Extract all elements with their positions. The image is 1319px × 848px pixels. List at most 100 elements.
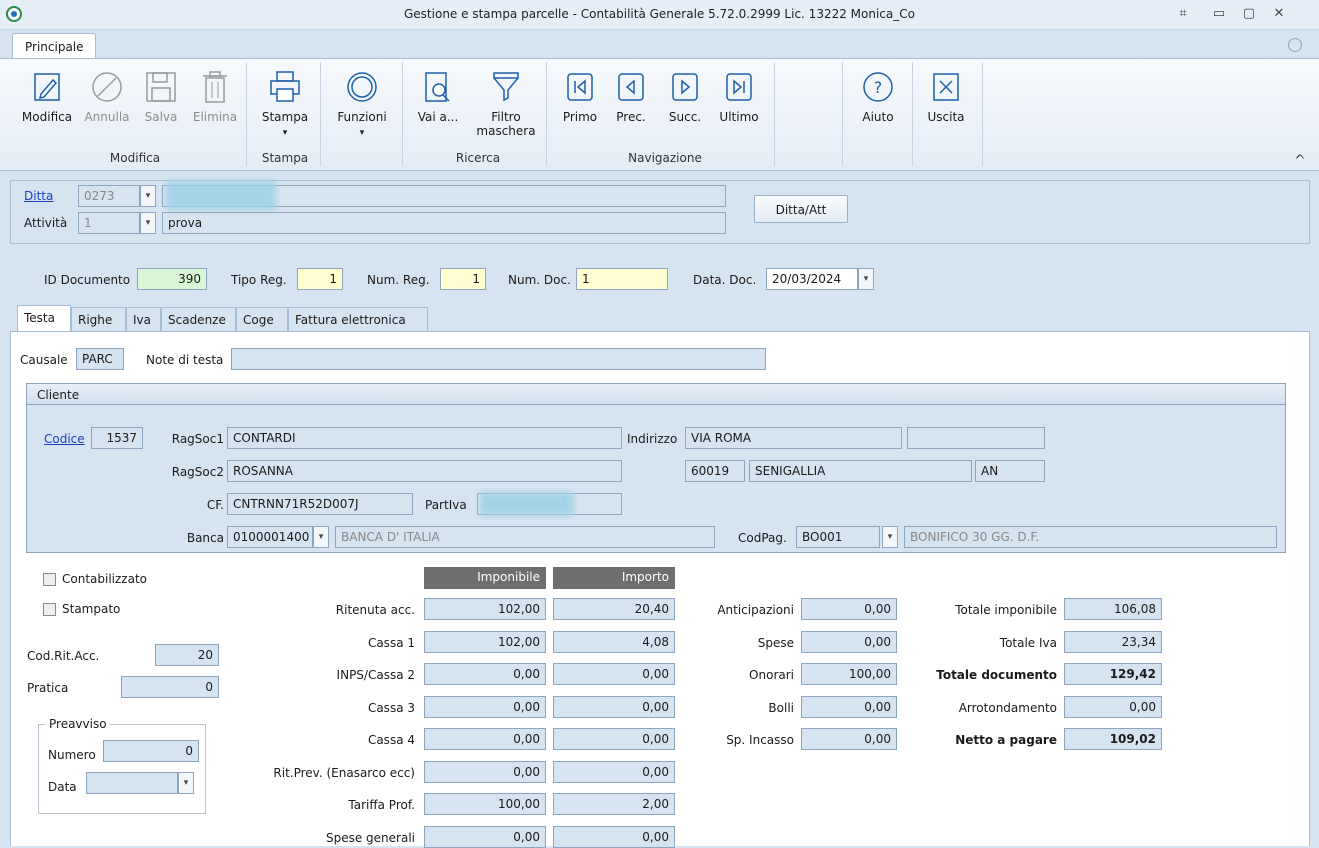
importo-field[interactable]: 0,00 bbox=[553, 728, 675, 750]
data-doc-field[interactable]: 20/03/2024 bbox=[766, 268, 858, 290]
citta-field[interactable]: SENIGALLIA bbox=[749, 460, 972, 482]
succ-button[interactable]: Succ. bbox=[662, 68, 708, 138]
redaction-mark bbox=[166, 180, 276, 210]
ultimo-button[interactable]: Ultimo bbox=[714, 68, 764, 138]
importo-field[interactable]: 0,00 bbox=[553, 695, 675, 718]
id-documento-field[interactable]: 390 bbox=[137, 268, 207, 290]
altri-label: Onorari bbox=[749, 668, 794, 682]
annulla-button[interactable]: Annulla bbox=[80, 68, 134, 138]
banca-code-field[interactable]: 0100001400 bbox=[227, 526, 313, 548]
funzioni-button[interactable]: Funzioni ▾ bbox=[330, 68, 394, 138]
codpag-label: CodPag. bbox=[738, 531, 787, 545]
vai-a-button[interactable]: Vai a... bbox=[410, 68, 466, 138]
altri-field[interactable]: 100,00 bbox=[801, 663, 897, 685]
codice-field[interactable]: 1537 bbox=[91, 427, 143, 449]
importo-field[interactable]: 0,00 bbox=[553, 760, 675, 783]
num-doc-field[interactable]: 1 bbox=[576, 268, 668, 290]
totali-field[interactable]: 106,08 bbox=[1064, 598, 1162, 620]
indirizzo-field[interactable]: VIA ROMA bbox=[685, 427, 902, 449]
codrit-field[interactable]: 20 bbox=[155, 644, 219, 666]
tab-righe[interactable]: Righe bbox=[71, 307, 126, 331]
totali-field[interactable]: 0,00 bbox=[1064, 695, 1162, 718]
pratica-field[interactable]: 0 bbox=[121, 676, 219, 698]
minimize-button[interactable]: ▭ bbox=[1208, 4, 1230, 24]
banca-desc-field[interactable]: BANCA D' ITALIA bbox=[335, 526, 715, 548]
collapse-ribbon-icon[interactable]: ᨈ bbox=[1296, 149, 1305, 163]
altri-field[interactable]: 0,00 bbox=[801, 695, 897, 718]
ditta-code-field[interactable]: 0273 bbox=[78, 185, 140, 207]
ditta-link[interactable]: Ditta bbox=[24, 189, 53, 203]
importo-field[interactable]: 4,08 bbox=[553, 630, 675, 653]
imponibile-field[interactable]: 0,00 bbox=[424, 825, 546, 848]
primo-button[interactable]: Primo bbox=[556, 68, 604, 138]
help-circle-icon[interactable] bbox=[1288, 38, 1302, 52]
importo-field[interactable]: 0,00 bbox=[553, 825, 675, 848]
imponibile-field[interactable]: 0,00 bbox=[424, 728, 546, 750]
imponibile-field[interactable]: 102,00 bbox=[424, 598, 546, 620]
tab-fattura-elettronica[interactable]: Fattura elettronica bbox=[288, 307, 428, 331]
provincia-field[interactable]: AN bbox=[975, 460, 1045, 482]
importo-field[interactable]: 2,00 bbox=[553, 793, 675, 815]
uscita-button[interactable]: Uscita bbox=[920, 68, 972, 138]
filtro-maschera-button[interactable]: Filtro maschera bbox=[470, 68, 542, 138]
stampa-button[interactable]: Stampa ▾ bbox=[256, 68, 314, 138]
salva-button[interactable]: Salva bbox=[138, 68, 184, 138]
attivita-code-field[interactable]: 1 bbox=[78, 212, 140, 234]
attivita-dropdown[interactable]: ▾ bbox=[140, 212, 156, 234]
data-preavviso-field[interactable] bbox=[86, 772, 178, 794]
tab-testa[interactable]: Testa bbox=[17, 305, 71, 331]
cap-field[interactable]: 60019 bbox=[685, 460, 745, 482]
imponibile-field[interactable]: 0,00 bbox=[424, 663, 546, 685]
totali-field[interactable]: 109,02 bbox=[1064, 728, 1162, 750]
codice-link[interactable]: Codice bbox=[44, 432, 85, 446]
codpag-field[interactable]: BO001 bbox=[796, 526, 880, 548]
tab-iva[interactable]: Iva bbox=[126, 307, 161, 331]
close-button[interactable]: ✕ bbox=[1268, 4, 1290, 24]
printer-icon bbox=[270, 71, 300, 102]
ragsoc1-field[interactable]: CONTARDI bbox=[227, 427, 622, 449]
totali-field[interactable]: 23,34 bbox=[1064, 630, 1162, 653]
indirizzo-extra-field[interactable] bbox=[907, 427, 1045, 449]
tab-coge[interactable]: Coge bbox=[236, 307, 288, 331]
note-testa-field[interactable] bbox=[231, 348, 766, 370]
restore-icon[interactable]: ⌗ bbox=[1172, 4, 1194, 24]
totali-field[interactable]: 129,42 bbox=[1064, 663, 1162, 685]
numero-field[interactable]: 0 bbox=[103, 740, 199, 762]
tipo-reg-field[interactable]: 1 bbox=[297, 268, 343, 290]
totali-label: Totale Iva bbox=[999, 635, 1057, 650]
ditta-dropdown[interactable]: ▾ bbox=[140, 185, 156, 207]
causale-field[interactable]: PARC bbox=[76, 348, 124, 370]
data-preavviso-dropdown[interactable]: ▾ bbox=[178, 772, 194, 794]
tab-principale[interactable]: Principale bbox=[12, 33, 96, 59]
codpag-desc-field[interactable]: BONIFICO 30 GG. D.F. bbox=[904, 526, 1277, 548]
codpag-dropdown[interactable]: ▾ bbox=[882, 526, 898, 548]
prec-button[interactable]: Prec. bbox=[608, 68, 654, 138]
help-icon: ? bbox=[863, 72, 893, 102]
tab-scadenze[interactable]: Scadenze bbox=[161, 307, 236, 331]
contabilizzato-checkbox[interactable] bbox=[43, 573, 56, 586]
num-reg-field[interactable]: 1 bbox=[440, 268, 486, 290]
filter-icon bbox=[493, 72, 519, 102]
cancel-icon bbox=[92, 72, 122, 102]
modifica-button[interactable]: Modifica bbox=[18, 68, 76, 138]
ditta-att-button[interactable]: Ditta/Att bbox=[754, 195, 848, 223]
imponibile-field[interactable]: 102,00 bbox=[424, 630, 546, 653]
imponibile-field[interactable]: 0,00 bbox=[424, 760, 546, 783]
ragsoc2-field[interactable]: ROSANNA bbox=[227, 460, 622, 482]
imponibile-field[interactable]: 100,00 bbox=[424, 793, 546, 815]
importo-field[interactable]: 20,40 bbox=[553, 598, 675, 620]
cf-field[interactable]: CNTRNN71R52D007J bbox=[227, 493, 413, 515]
totali-label: Totale documento bbox=[936, 668, 1057, 682]
importo-field[interactable]: 0,00 bbox=[553, 663, 675, 685]
maximize-button[interactable]: ▢ bbox=[1238, 4, 1260, 24]
altri-field[interactable]: 0,00 bbox=[801, 598, 897, 620]
stampato-checkbox[interactable] bbox=[43, 603, 56, 616]
elimina-button[interactable]: Elimina bbox=[188, 68, 242, 138]
altri-field[interactable]: 0,00 bbox=[801, 630, 897, 653]
data-doc-dropdown[interactable]: ▾ bbox=[858, 268, 874, 290]
altri-field[interactable]: 0,00 bbox=[801, 728, 897, 750]
imponibile-field[interactable]: 0,00 bbox=[424, 695, 546, 718]
aiuto-button[interactable]: ? Aiuto bbox=[852, 68, 904, 138]
attivita-desc-field[interactable]: prova bbox=[162, 212, 726, 234]
banca-dropdown[interactable]: ▾ bbox=[313, 526, 329, 548]
